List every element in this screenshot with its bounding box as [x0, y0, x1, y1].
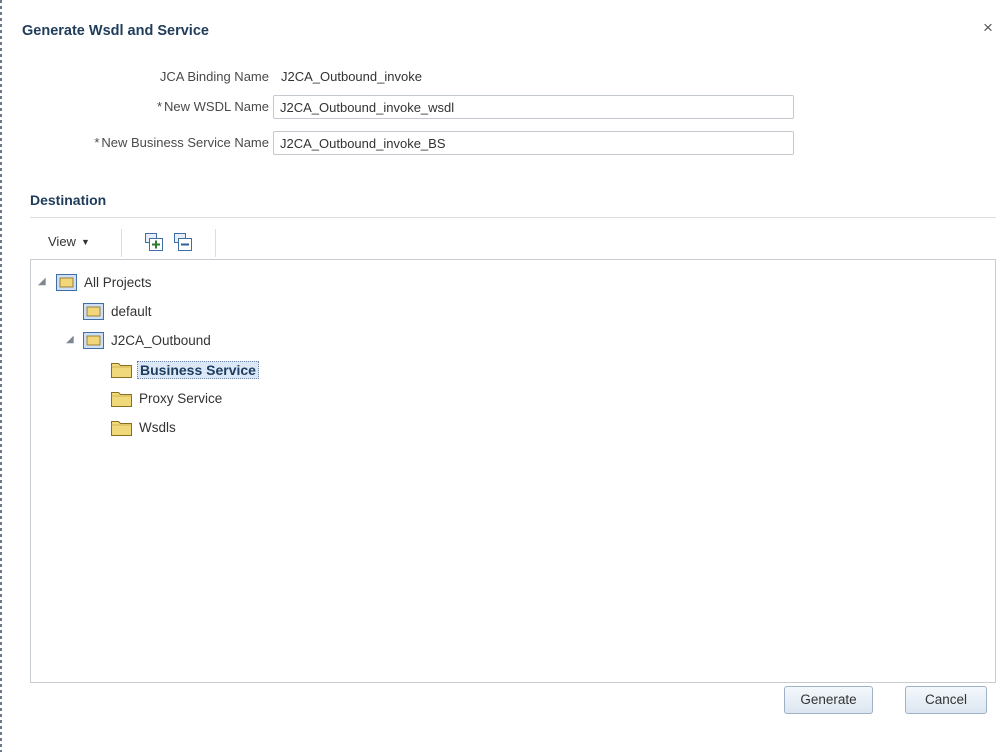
- destination-tree: ◢ All Projects default ◢ J2CA_Outbound B…: [30, 259, 996, 683]
- folder-icon: [111, 392, 132, 407]
- wsdl-name-row: * New WSDL Name: [8, 95, 808, 119]
- project-folder-icon: [56, 274, 77, 291]
- section-divider: [30, 217, 996, 218]
- destination-toolbar: View ▼: [30, 225, 996, 259]
- folder-icon: [111, 421, 132, 436]
- collapse-all-icon[interactable]: [173, 232, 193, 252]
- expander-icon[interactable]: ◢: [38, 275, 50, 289]
- chevron-down-icon: ▼: [80, 237, 90, 247]
- jca-binding-row: JCA Binding Name J2CA_Outbound_invoke: [8, 65, 808, 89]
- wsdl-name-input[interactable]: [273, 95, 794, 119]
- tree-node-default: default: [31, 301, 431, 323]
- toolbar-separator: [121, 229, 122, 257]
- business-service-name-label-text: New Business Service Name: [101, 135, 269, 150]
- required-marker: *: [94, 135, 100, 150]
- tree-node-wsdls: Wsdls: [31, 417, 431, 439]
- generate-wsdl-dialog: Generate Wsdl and Service × JCA Binding …: [8, 8, 996, 750]
- wsdl-name-label-text: New WSDL Name: [164, 99, 269, 114]
- project-folder-icon: [83, 332, 104, 349]
- dialog-title: Generate Wsdl and Service: [22, 23, 209, 39]
- toolbar-separator: [215, 229, 216, 257]
- folder-icon: [111, 363, 132, 378]
- tree-node-label[interactable]: Proxy Service: [139, 391, 222, 406]
- destination-heading: Destination: [30, 192, 107, 208]
- tree-node-proxy-service: Proxy Service: [31, 388, 431, 410]
- tree-node-all-projects: ◢ All Projects: [31, 272, 431, 294]
- view-menu[interactable]: View ▼: [48, 234, 90, 249]
- close-icon[interactable]: ×: [980, 19, 996, 36]
- view-menu-label: View: [48, 234, 76, 249]
- tree-node-label[interactable]: default: [111, 304, 152, 319]
- business-service-name-label: * New Business Service Name: [94, 135, 269, 150]
- wsdl-name-label: * New WSDL Name: [157, 99, 269, 114]
- tree-node-label[interactable]: Business Service: [137, 361, 259, 379]
- project-folder-icon: [83, 303, 104, 320]
- generate-button[interactable]: Generate: [784, 686, 873, 714]
- required-marker: *: [156, 99, 163, 114]
- tree-node-business-service: Business Service: [31, 359, 431, 381]
- cancel-button[interactable]: Cancel: [905, 686, 987, 714]
- tree-node-j2ca-outbound: ◢ J2CA_Outbound: [31, 330, 431, 352]
- business-service-name-row: * New Business Service Name: [8, 131, 808, 155]
- expand-all-icon[interactable]: [144, 232, 164, 252]
- tree-node-label[interactable]: Wsdls: [139, 420, 176, 435]
- tree-node-label[interactable]: All Projects: [84, 275, 152, 290]
- jca-binding-label: JCA Binding Name: [159, 69, 269, 84]
- expander-icon[interactable]: ◢: [66, 333, 78, 347]
- jca-binding-value: J2CA_Outbound_invoke: [281, 69, 422, 84]
- business-service-name-input[interactable]: [273, 131, 794, 155]
- tree-node-label[interactable]: J2CA_Outbound: [111, 333, 211, 348]
- window-edge: [0, 0, 2, 752]
